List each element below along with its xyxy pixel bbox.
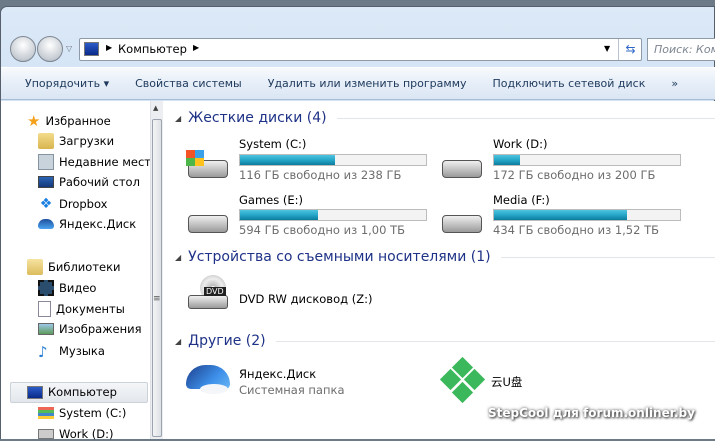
downloads-folder-icon [38,133,54,149]
sidebar-favorites[interactable]: ★ Избранное [27,112,111,130]
sidebar-item-drive-c[interactable]: System (C:) [38,406,126,420]
search-input[interactable]: Поиск: Компьютер [647,38,715,61]
scrollbar-thumb[interactable] [152,119,162,437]
refresh-icon[interactable]: ⇆ [618,39,642,60]
section-hard-drives[interactable]: ◢ Жесткие диски (4) [175,110,715,126]
uninstall-program-button[interactable]: Удалить или изменить программу [255,77,480,90]
scroll-up-arrow[interactable]: ▲ [153,104,158,112]
yandex-disk-name: Яндекс.Диск [239,367,317,381]
drive-free-space: 172 ГБ свободно из 200 ГБ [493,168,656,182]
hard-drive-icon [38,429,54,439]
drive-free-space: 116 ГБ свободно из 238 ГБ [239,168,402,182]
address-dropdown-icon[interactable]: ▼ [604,44,610,53]
dropbox-icon: ❖ [39,196,53,212]
hard-drive-icon [186,205,230,239]
more-commands-button[interactable]: » [658,77,691,90]
grip-icon: ≡ [153,294,161,304]
drive-usage-bar [493,209,681,221]
documents-icon [38,301,51,317]
recent-pages-dropdown[interactable]: ▽ [66,44,72,53]
recent-places-icon [38,154,54,170]
music-note-icon: ♪ [38,343,48,361]
drive-usage-bar [239,209,427,221]
system-properties-button[interactable]: Свойства системы [122,77,255,90]
video-icon [38,280,54,296]
section-removable[interactable]: ◢ Устройства со съемными носителями (1) [175,249,715,265]
collapse-icon: ◢ [175,252,182,262]
computer-icon [84,42,99,56]
dvd-drive-name: DVD RW дисковод (Z:) [239,292,373,306]
chevron-right-icon: ▶ [106,43,113,52]
collapse-icon: ◢ [175,336,182,346]
drive-usage-bar [493,154,681,166]
drive-usage-bar [239,154,427,166]
yandex-disk-icon [38,219,54,229]
libraries-icon [27,259,43,275]
sidebar-item-pictures[interactable]: Изображения [38,322,142,336]
windows-drive-icon [186,150,230,184]
drive-free-space: 594 ГБ свободно из 1,00 ТБ [239,223,406,237]
sidebar-item-downloads[interactable]: Загрузки [38,133,114,149]
sidebar-libraries[interactable]: Библиотеки [27,259,121,275]
sidebar-item-yandex-disk[interactable]: Яндекс.Диск [38,217,136,231]
sidebar-item-desktop[interactable]: Рабочий стол [38,175,140,189]
organize-button[interactable]: Упорядочить ▾ [1,77,122,90]
drive-name: Games (E:) [239,193,303,207]
yandex-disk-subtitle: Системная папка [239,383,345,397]
breadcrumb-chevron-icon[interactable]: ▶ [193,43,199,52]
forward-button[interactable] [37,36,63,62]
command-bar: Упорядочить ▾ Свойства системы Удалить и… [1,67,715,100]
star-icon: ★ [27,112,41,130]
back-button[interactable] [10,36,36,62]
sidebar-computer[interactable]: Компьютер [27,385,117,399]
divider [500,256,715,258]
computer-icon [27,385,43,399]
drive-usage-fill [494,210,627,220]
breadcrumb-computer[interactable]: Компьютер [118,42,187,56]
drive-usage-fill [240,155,336,165]
dvd-drive-icon: DVD [186,275,230,309]
yandex-disk-icon [186,365,230,395]
sidebar-item-video[interactable]: Видео [38,280,96,296]
watermark: StepCool для forum.onliner.by [488,406,695,420]
drive-free-space: 434 ГБ свободно из 1,52 ТБ [493,223,660,237]
section-other[interactable]: ◢ Другие (2) [175,333,715,349]
address-bar[interactable]: ▶ Компьютер ▶ ▼ ⇆ [79,38,642,61]
drive-name: Media (F:) [493,193,550,207]
pictures-icon [38,323,54,335]
drive-usage-fill [240,210,319,220]
divider [275,340,715,342]
map-network-drive-button[interactable]: Подключить сетевой диск [480,77,659,90]
system-drive-icon [38,407,54,419]
navigation-pane: ★ Избранное Загрузки Недавние места Рабоч… [1,101,158,441]
divider [336,117,715,119]
drive-name: Work (D:) [493,137,548,151]
hard-drive-icon [440,150,484,184]
sidebar-item-dropbox[interactable]: ❖ Dropbox [38,196,108,212]
sidebar-scrollbar[interactable]: ▲ ≡ [150,101,163,439]
sidebar-item-recent-places[interactable]: Недавние места [38,154,158,170]
sidebar-item-music[interactable]: ♪ Музыка [38,343,105,361]
drive-name: System (C:) [239,137,307,151]
collapse-icon: ◢ [175,113,182,123]
hard-drive-icon [440,205,484,239]
desktop-icon [38,176,54,188]
cloud-u-disk-name: 云U盘 [491,375,523,389]
sidebar-item-documents[interactable]: Документы [38,301,125,317]
cloud-u-disk-icon [439,356,486,404]
drive-usage-fill [494,155,521,165]
